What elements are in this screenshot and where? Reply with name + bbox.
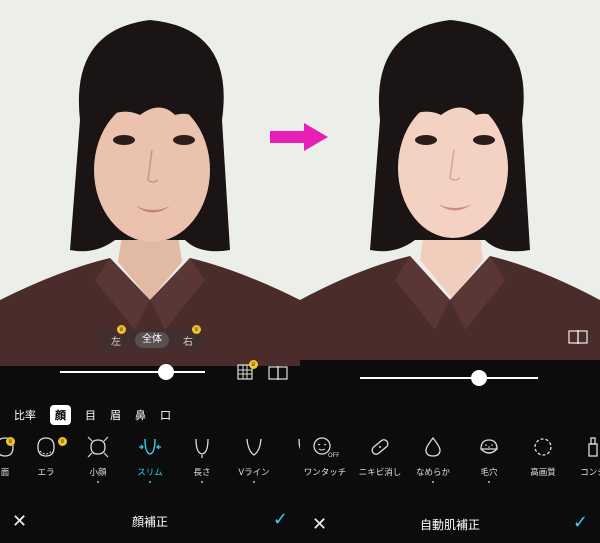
svg-text:OFF: OFF [328, 452, 339, 459]
intensity-slider-knob[interactable] [471, 370, 487, 386]
premium-crown-icon: ♛ [58, 437, 67, 446]
tool-more[interactable] [275, 432, 300, 462]
tool-hd[interactable]: 高画質 [516, 432, 570, 478]
region-selector[interactable]: 左 全体 右 [98, 330, 206, 350]
tool-pores[interactable]: 毛穴 [462, 432, 516, 483]
skin-tools: OFF ワンタッチ ニキビ消し なめらか 毛穴 高画質 コン [300, 432, 600, 492]
tool-label: なめらか [415, 468, 450, 478]
face-tools: 面 ♛ エラ ♛ 小顔 スリム 長さ Vライン [0, 432, 300, 492]
apply-button[interactable]: ✓ [573, 512, 588, 533]
tool-length[interactable]: 長さ [175, 432, 229, 483]
comparison-screenshot: 左 全体 右 ♛ ♛ ♛ 比率 顔 目 眉 鼻 口 面 ♛ エラ ♛ 小顔 スリ… [0, 0, 600, 543]
panel-title: 顔補正 [131, 515, 168, 529]
tab-ratio[interactable]: 比率 [14, 407, 36, 423]
tool-smooth[interactable]: なめらか [406, 432, 460, 483]
tool-label: 毛穴 [480, 468, 498, 478]
bottom-action-bar: ✕ 顔補正 ✓ [0, 505, 300, 535]
region-right[interactable]: 右 [176, 333, 200, 348]
face-length-icon [195, 438, 209, 458]
tool-slim[interactable]: スリム [123, 432, 177, 483]
bandage-icon [371, 439, 389, 455]
tool-acne[interactable]: ニキビ消し [353, 432, 407, 478]
panel-title: 自動肌補正 [419, 518, 480, 532]
portrait-photo-after [300, 0, 600, 360]
premium-crown-icon: ♛ [117, 325, 126, 334]
before-editor-panel: 左 全体 右 ♛ ♛ ♛ 比率 顔 目 眉 鼻 口 面 ♛ エラ ♛ 小顔 スリ… [0, 0, 300, 543]
tool-label: Vライン [238, 468, 270, 478]
tab-mouth[interactable]: 口 [160, 407, 171, 423]
tool-v-line[interactable]: Vライン [227, 432, 281, 483]
tab-face[interactable]: 顔 [50, 405, 71, 425]
compare-icon[interactable] [568, 329, 588, 345]
one-touch-off-icon: OFF [313, 437, 339, 459]
tab-brows[interactable]: 眉 [110, 407, 121, 423]
premium-crown-icon: ♛ [6, 437, 15, 446]
tool-label: コンシ [580, 468, 600, 478]
v-line-icon [246, 438, 262, 456]
tool-one-touch[interactable]: OFF ワンタッチ [300, 432, 352, 478]
tool-label: スリム [137, 468, 163, 478]
tool-label: ニキビ消し [358, 468, 402, 478]
jaw-icon [37, 437, 55, 457]
concealer-icon [588, 437, 598, 457]
small-face-icon [87, 436, 109, 458]
bottom-action-bar: ✕ 自動肌補正 ✓ [300, 508, 600, 538]
compare-icon[interactable] [268, 365, 288, 381]
high-quality-icon [534, 438, 552, 456]
feature-tabs: 比率 顔 目 眉 鼻 口 [0, 404, 300, 426]
tool-label: ワンタッチ [303, 468, 347, 478]
tool-label: 高画質 [530, 468, 556, 478]
tool-small-face[interactable]: 小顔 [71, 432, 125, 483]
after-editor-panel: OFF ワンタッチ ニキビ消し なめらか 毛穴 高画質 コン ✕ 自動肌補正 ✓ [300, 0, 600, 543]
premium-crown-icon: ♛ [249, 360, 258, 369]
premium-crown-icon: ♛ [192, 325, 201, 334]
slim-face-icon [139, 438, 161, 455]
tool-label: 長さ [193, 468, 211, 478]
tool-label: 小顔 [89, 468, 107, 478]
tab-eyes[interactable]: 目 [85, 407, 96, 423]
tab-nose[interactable]: 鼻 [135, 407, 146, 423]
droplet-icon [425, 436, 441, 457]
intensity-slider-track[interactable] [360, 377, 538, 379]
tool-concealer[interactable]: コンシ [566, 432, 600, 478]
pores-icon [480, 439, 498, 454]
portrait-photo-before [0, 0, 300, 366]
tool-label: エラ [37, 468, 55, 478]
region-left[interactable]: 左 [104, 333, 128, 348]
region-all[interactable]: 全体 [135, 332, 169, 348]
intensity-slider-knob[interactable] [158, 364, 174, 380]
apply-button[interactable]: ✓ [273, 509, 288, 530]
intensity-slider-track[interactable] [60, 371, 205, 373]
before-after-arrow-icon [270, 123, 328, 151]
